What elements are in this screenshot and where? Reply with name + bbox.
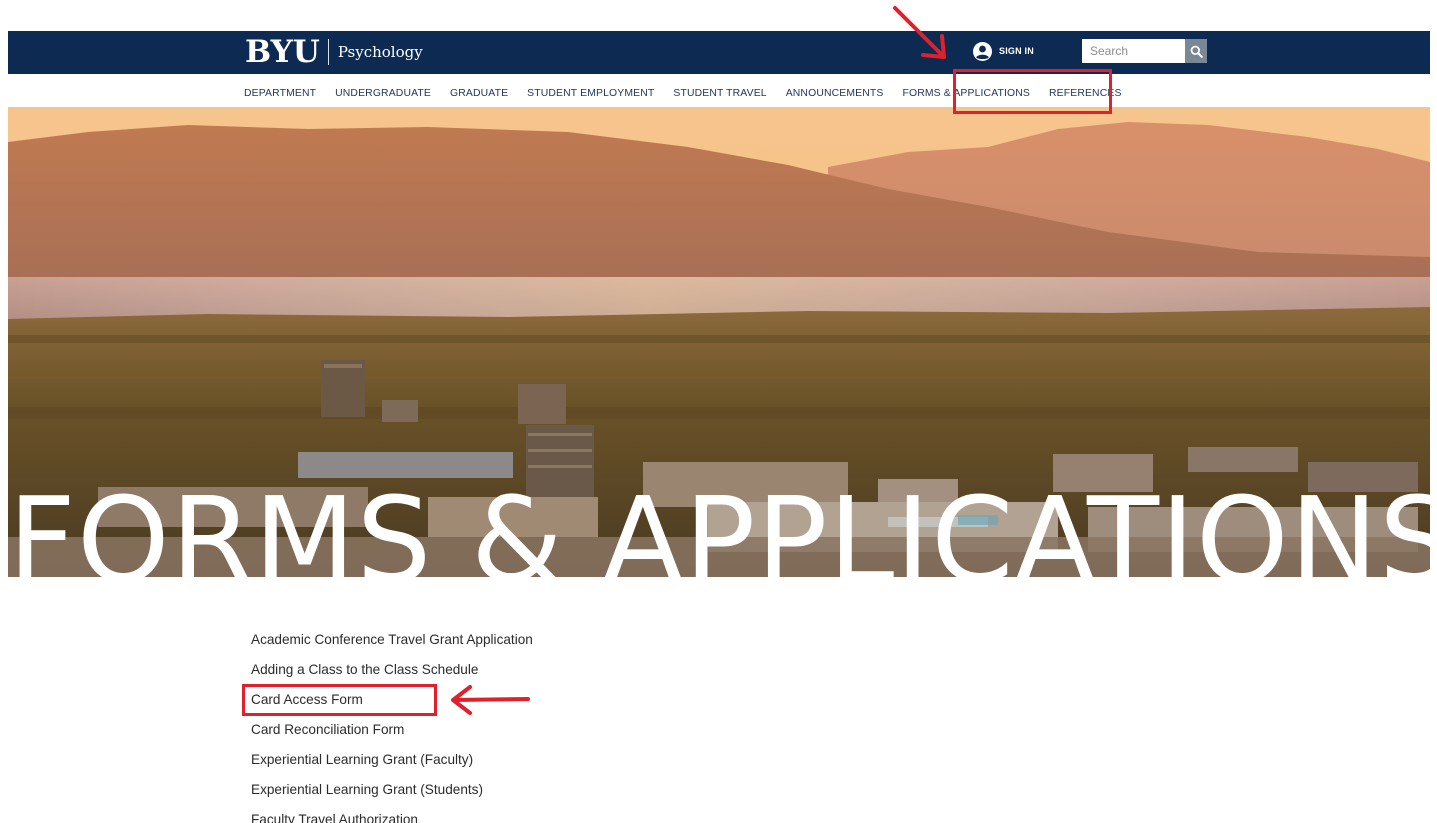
user-circle-icon bbox=[973, 41, 992, 61]
search-icon bbox=[1190, 45, 1203, 58]
nav-undergraduate[interactable]: UNDERGRADUATE bbox=[335, 88, 431, 99]
forms-list: Academic Conference Travel Grant Applica… bbox=[251, 630, 533, 823]
brand-divider bbox=[327, 39, 329, 65]
byu-logo[interactable]: BYU bbox=[245, 35, 320, 69]
page-title: FORMS & APPLICATIONS bbox=[8, 471, 1430, 577]
unit-name[interactable]: Psychology bbox=[338, 35, 423, 69]
hero-banner: FORMS & APPLICATIONS bbox=[8, 107, 1430, 577]
nav-announcements[interactable]: ANNOUNCEMENTS bbox=[786, 88, 884, 99]
nav-department[interactable]: DEPARTMENT bbox=[244, 88, 316, 99]
arrow-icon bbox=[893, 6, 946, 59]
form-link-experiential-learning-faculty[interactable]: Experiential Learning Grant (Faculty) bbox=[251, 750, 533, 780]
nav-student-travel[interactable]: STUDENT TRAVEL bbox=[673, 88, 766, 99]
arrow-icon bbox=[451, 685, 530, 715]
form-link-academic-conference-travel-grant[interactable]: Academic Conference Travel Grant Applica… bbox=[251, 630, 533, 660]
highlight-box-nav bbox=[953, 69, 1112, 114]
highlight-box-card-access bbox=[242, 684, 437, 716]
search-button[interactable] bbox=[1185, 39, 1207, 63]
form-link-card-reconciliation[interactable]: Card Reconciliation Form bbox=[251, 720, 533, 750]
search-form bbox=[1082, 39, 1207, 63]
top-bar: BYU Psychology SIGN IN bbox=[8, 31, 1430, 74]
form-link-experiential-learning-students[interactable]: Experiential Learning Grant (Students) bbox=[251, 780, 533, 810]
sign-in-label: SIGN IN bbox=[999, 46, 1034, 56]
nav-student-employment[interactable]: STUDENT EMPLOYMENT bbox=[527, 88, 654, 99]
nav-graduate[interactable]: GRADUATE bbox=[450, 88, 508, 99]
brand[interactable]: BYU Psychology bbox=[245, 35, 423, 69]
search-input[interactable] bbox=[1082, 39, 1185, 63]
sign-in-button[interactable]: SIGN IN bbox=[972, 40, 1034, 62]
form-link-faculty-travel-authorization[interactable]: Faculty Travel Authorization bbox=[251, 810, 533, 823]
